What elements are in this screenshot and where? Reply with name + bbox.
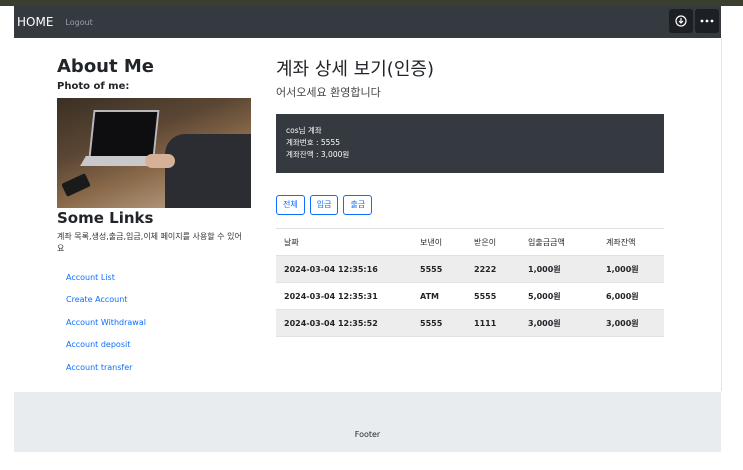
- link-account-list[interactable]: Account List: [66, 272, 146, 294]
- cell-amount: 1,000원: [520, 255, 598, 283]
- account-owner: cos님 계좌: [286, 126, 322, 135]
- links-title: Some Links: [57, 209, 154, 227]
- filter-button-group: 전체 입금 출금: [276, 195, 373, 215]
- cell-balance: 1,000원: [598, 255, 664, 283]
- cell-amount: 3,000원: [520, 309, 598, 337]
- photo-phone: [61, 173, 91, 197]
- cell-receiver: 2222: [466, 255, 520, 283]
- link-account-deposit[interactable]: Account deposit: [66, 339, 146, 361]
- page-subtitle: 어서오세요 환영합니다: [276, 86, 381, 99]
- table-row: 2024-03-04 12:35:52 5555 1111 3,000원 3,0…: [276, 309, 664, 337]
- more-icon: [700, 19, 714, 23]
- sidebar: About Me Photo of me: Some Links 계좌 목록,생…: [57, 56, 257, 372]
- photo-sleeve: [165, 134, 251, 208]
- cell-date: 2024-03-04 12:35:16: [276, 255, 412, 283]
- link-create-account[interactable]: Create Account: [66, 294, 146, 316]
- links-section: Some Links 계좌 목록,생성,출금,입금,이체 페이지를 사용할 수 …: [57, 209, 251, 372]
- main-content: 계좌 상세 보기(인증) 어서오세요 환영합니다 cos님 계좌 계좌번호 : …: [276, 55, 664, 337]
- download-button[interactable]: [669, 9, 693, 33]
- about-title: About Me: [57, 56, 154, 77]
- link-account-transfer[interactable]: Account transfer: [66, 362, 146, 384]
- profile-photo: [57, 98, 251, 208]
- cell-receiver: 1111: [466, 309, 520, 337]
- table-row: 2024-03-04 12:35:31 ATM 5555 5,000원 6,00…: [276, 282, 664, 310]
- page-edge-divider: [721, 38, 722, 391]
- cell-amount: 5,000원: [520, 282, 598, 310]
- cell-balance: 6,000원: [598, 282, 664, 310]
- account-info-card: cos님 계좌 계좌번호 : 5555 계좌잔액 : 3,000원: [276, 114, 664, 173]
- page-footer: Footer: [14, 392, 721, 452]
- photo-hand: [145, 154, 175, 168]
- account-number: 계좌번호 : 5555: [286, 138, 340, 147]
- photo-caption: Photo of me:: [57, 81, 130, 92]
- cell-date: 2024-03-04 12:35:52: [276, 309, 412, 337]
- page-title: 계좌 상세 보기(인증): [276, 59, 434, 80]
- col-sender: 보낸이: [412, 228, 466, 256]
- footer-text: Footer: [354, 430, 381, 439]
- cell-sender: ATM: [412, 282, 466, 310]
- nav-logout-link[interactable]: Logout: [65, 18, 92, 27]
- col-amount: 입출금금액: [520, 228, 598, 256]
- cell-sender: 5555: [412, 309, 466, 337]
- photo-laptop-screen: [88, 110, 160, 158]
- link-list: Account List Create Account Account With…: [66, 272, 146, 384]
- col-date: 날짜: [276, 228, 412, 256]
- table-row: 2024-03-04 12:35:16 5555 2222 1,000원 1,0…: [276, 255, 664, 283]
- filter-withdraw-button[interactable]: 출금: [343, 195, 373, 215]
- col-balance: 계좌잔액: [598, 228, 664, 256]
- account-balance: 계좌잔액 : 3,000원: [286, 150, 350, 159]
- nav-actions: [669, 9, 719, 33]
- links-description: 계좌 목록,생성,출금,입금,이체 페이지를 사용할 수 있어요: [57, 232, 242, 253]
- table-header-row: 날짜 보낸이 받은이 입출금금액 계좌잔액: [276, 228, 664, 256]
- filter-all-button[interactable]: 전체: [276, 195, 305, 215]
- top-navbar: HOME Logout: [14, 6, 721, 38]
- link-account-withdrawal[interactable]: Account Withdrawal: [66, 317, 146, 339]
- download-icon: [675, 15, 687, 27]
- nav-home-link[interactable]: HOME: [17, 15, 53, 29]
- filter-deposit-button[interactable]: 입금: [309, 195, 339, 215]
- cell-balance: 3,000원: [598, 309, 664, 337]
- more-button[interactable]: [695, 9, 719, 33]
- cell-date: 2024-03-04 12:35:31: [276, 282, 412, 310]
- col-receiver: 받은이: [466, 228, 520, 256]
- cell-receiver: 5555: [466, 282, 520, 310]
- transaction-table: 날짜 보낸이 받은이 입출금금액 계좌잔액 2024-03-04 12:35:1…: [276, 228, 664, 337]
- cell-sender: 5555: [412, 255, 466, 283]
